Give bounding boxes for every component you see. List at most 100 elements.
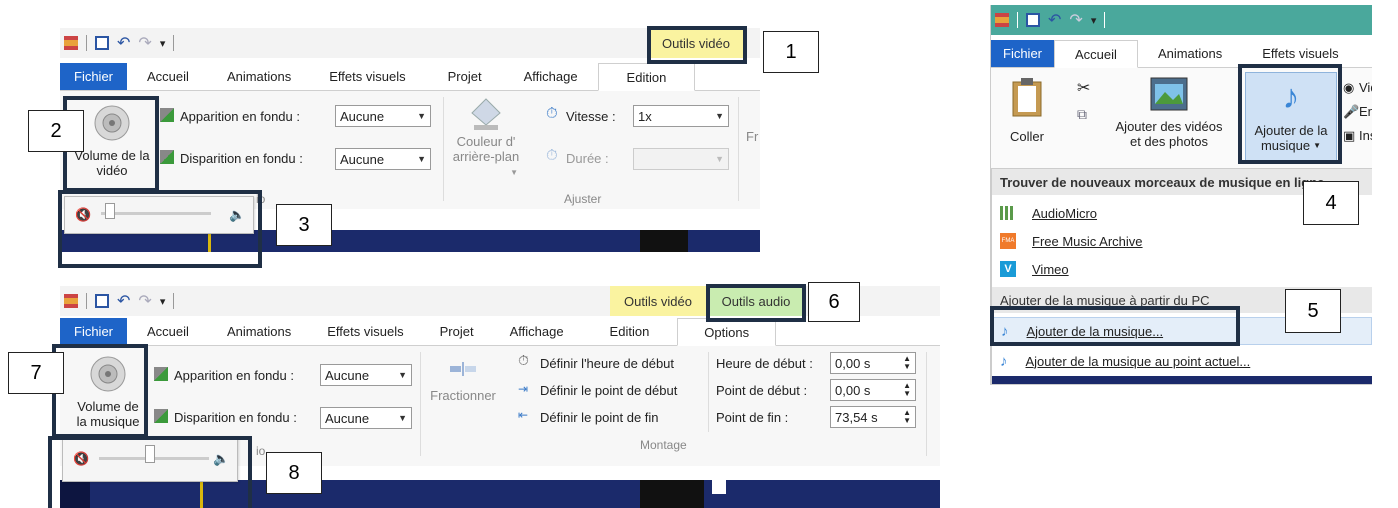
- fade-in-value: Aucune: [340, 108, 385, 124]
- add-media-label-2: et des photos: [1129, 134, 1209, 149]
- add-media-label-1: Ajouter des vidéos: [1115, 119, 1223, 134]
- speed-label: Vitesse :: [566, 109, 616, 124]
- fade-in-select[interactable]: Aucune ▼: [335, 105, 431, 127]
- tab-animations[interactable]: Animations: [1138, 40, 1242, 67]
- set-end-point[interactable]: Définir le point de fin: [540, 410, 659, 425]
- callout-frame-6: [706, 284, 806, 322]
- customize-toolbar-icon[interactable]: ▾: [160, 37, 166, 50]
- end-point-label: Point de fin :: [716, 410, 789, 425]
- tab-view[interactable]: Affichage: [492, 318, 582, 345]
- start-time-value: 0,00 s: [835, 355, 871, 371]
- split-button[interactable]: Fractionner: [426, 360, 500, 420]
- menu-item-vimeo[interactable]: V Vimeo: [992, 255, 1372, 283]
- speed-value: 1x: [638, 108, 652, 124]
- group-label-montage: Montage: [640, 438, 687, 452]
- cut-icon[interactable]: ✂: [1077, 78, 1090, 98]
- tab-visual-effects[interactable]: Effets visuels: [309, 63, 425, 90]
- tab-edit[interactable]: Edition: [597, 63, 696, 91]
- paint-bucket-icon: [471, 98, 501, 130]
- tab-animations[interactable]: Animations: [209, 63, 309, 90]
- chevron-down-icon: ▼: [715, 154, 724, 164]
- callout-number-6: 6: [808, 282, 860, 322]
- save-icon[interactable]: [95, 36, 109, 50]
- set-start-point[interactable]: Définir le point de début: [540, 383, 677, 398]
- bg-color-button[interactable]: Couleur d' arrière-plan ▼: [450, 97, 522, 177]
- paste-button[interactable]: Coller: [997, 76, 1057, 158]
- quick-access-toolbar: ↶ ↷ ▾: [991, 5, 1372, 35]
- tab-visual-effects[interactable]: Effets visuels: [309, 318, 421, 345]
- undo-icon[interactable]: ↶: [1048, 10, 1061, 30]
- tab-home[interactable]: Accueil: [127, 318, 209, 345]
- end-point-value: 73,54 s: [835, 409, 878, 425]
- ribbon-tabs: Fichier Accueil Animations Effets visuel…: [60, 63, 760, 91]
- tab-home[interactable]: Accueil: [127, 63, 209, 90]
- tab-project[interactable]: Projet: [426, 63, 504, 90]
- chevron-down-icon: ▼: [715, 111, 724, 121]
- tab-home[interactable]: Accueil: [1054, 40, 1138, 68]
- tab-view[interactable]: Affichage: [504, 63, 598, 90]
- callout-frame-3: [58, 190, 262, 268]
- spinner-arrows-icon[interactable]: ▲ ▼: [903, 355, 911, 371]
- redo-icon[interactable]: ↷: [138, 33, 151, 53]
- spinner-arrows-icon[interactable]: ▲ ▼: [903, 382, 911, 398]
- tab-options[interactable]: Options: [677, 318, 777, 346]
- tab-file[interactable]: Fichier: [991, 40, 1055, 67]
- fade-in-select[interactable]: Aucune ▼: [320, 364, 412, 386]
- tab-visual-effects[interactable]: Effets visuels: [1242, 40, 1358, 67]
- fade-out-select[interactable]: Aucune ▼: [320, 407, 412, 429]
- menu-item-free-music-archive[interactable]: FMA Free Music Archive: [992, 227, 1372, 255]
- fma-icon: FMA: [1000, 233, 1016, 249]
- side-item-snapshot[interactable]: Insta: [1359, 128, 1372, 143]
- tab-project[interactable]: Projet: [422, 318, 492, 345]
- side-item-webcam[interactable]: Vidé: [1359, 80, 1372, 95]
- save-icon[interactable]: [1026, 13, 1040, 27]
- callout-number-3: 3: [276, 204, 332, 246]
- toolbar-divider: [173, 35, 175, 51]
- customize-toolbar-icon[interactable]: ▾: [1091, 14, 1097, 27]
- tab-file[interactable]: Fichier: [60, 63, 128, 90]
- callout-number-4: 4: [1303, 181, 1359, 225]
- callout-frame-5: [990, 306, 1240, 346]
- copy-icon[interactable]: ⧉: [1077, 106, 1087, 123]
- clipboard-icon: [1012, 78, 1042, 117]
- chevron-down-icon: ▼: [510, 168, 518, 177]
- side-item-record[interactable]: Enre: [1359, 104, 1372, 119]
- cut-partial-label: Fr: [746, 129, 759, 144]
- speed-select[interactable]: 1x ▼: [633, 105, 729, 127]
- spinner-arrows-icon[interactable]: ▲ ▼: [903, 409, 911, 425]
- timeline-frame: [640, 230, 688, 252]
- end-point-spinner[interactable]: 73,54 s ▲ ▼: [830, 406, 916, 428]
- fade-out-select[interactable]: Aucune ▼: [335, 148, 431, 170]
- group-divider: [738, 97, 739, 201]
- callout-frame-1: [647, 26, 747, 64]
- customize-toolbar-icon[interactable]: ▾: [160, 295, 166, 308]
- start-time-spinner[interactable]: 0,00 s ▲ ▼: [830, 352, 916, 374]
- add-videos-photos-button[interactable]: Ajouter des vidéos et des photos: [1097, 76, 1241, 162]
- callout-frame-4: [1238, 64, 1342, 164]
- undo-icon[interactable]: ↶: [117, 33, 130, 53]
- photo-film-icon: [1150, 77, 1188, 111]
- set-start-time[interactable]: Définir l'heure de début: [540, 356, 674, 371]
- split-icon: [450, 362, 476, 376]
- tab-edit[interactable]: Edition: [582, 318, 678, 345]
- chevron-down-icon: ▼: [398, 413, 407, 423]
- undo-icon[interactable]: ↶: [117, 291, 130, 311]
- fade-out-value: Aucune: [340, 151, 385, 167]
- tab-file[interactable]: Fichier: [60, 318, 128, 345]
- redo-icon[interactable]: ↷: [138, 291, 151, 311]
- group-label-audio: io: [256, 444, 266, 458]
- start-point-value: 0,00 s: [835, 382, 871, 398]
- start-point-spinner[interactable]: 0,00 s ▲ ▼: [830, 379, 916, 401]
- redo-icon[interactable]: ↷: [1069, 10, 1082, 30]
- duration-icon: ⏱: [546, 147, 558, 164]
- toolbar-divider: [86, 35, 87, 51]
- menu-item-add-music-at-point[interactable]: ♪ Ajouter de la musique au point actuel.…: [992, 347, 1372, 375]
- end-point-icon: ⇤: [518, 408, 529, 422]
- fade-out-icon: [160, 150, 174, 164]
- fade-in-label: Apparition en fondu :: [180, 109, 300, 124]
- duration-select[interactable]: ▼: [633, 148, 729, 170]
- context-tab-video-tools: Outils vidéo: [610, 286, 706, 316]
- save-icon[interactable]: [95, 294, 109, 308]
- callout-number-2: 2: [28, 110, 84, 152]
- tab-animations[interactable]: Animations: [209, 318, 309, 345]
